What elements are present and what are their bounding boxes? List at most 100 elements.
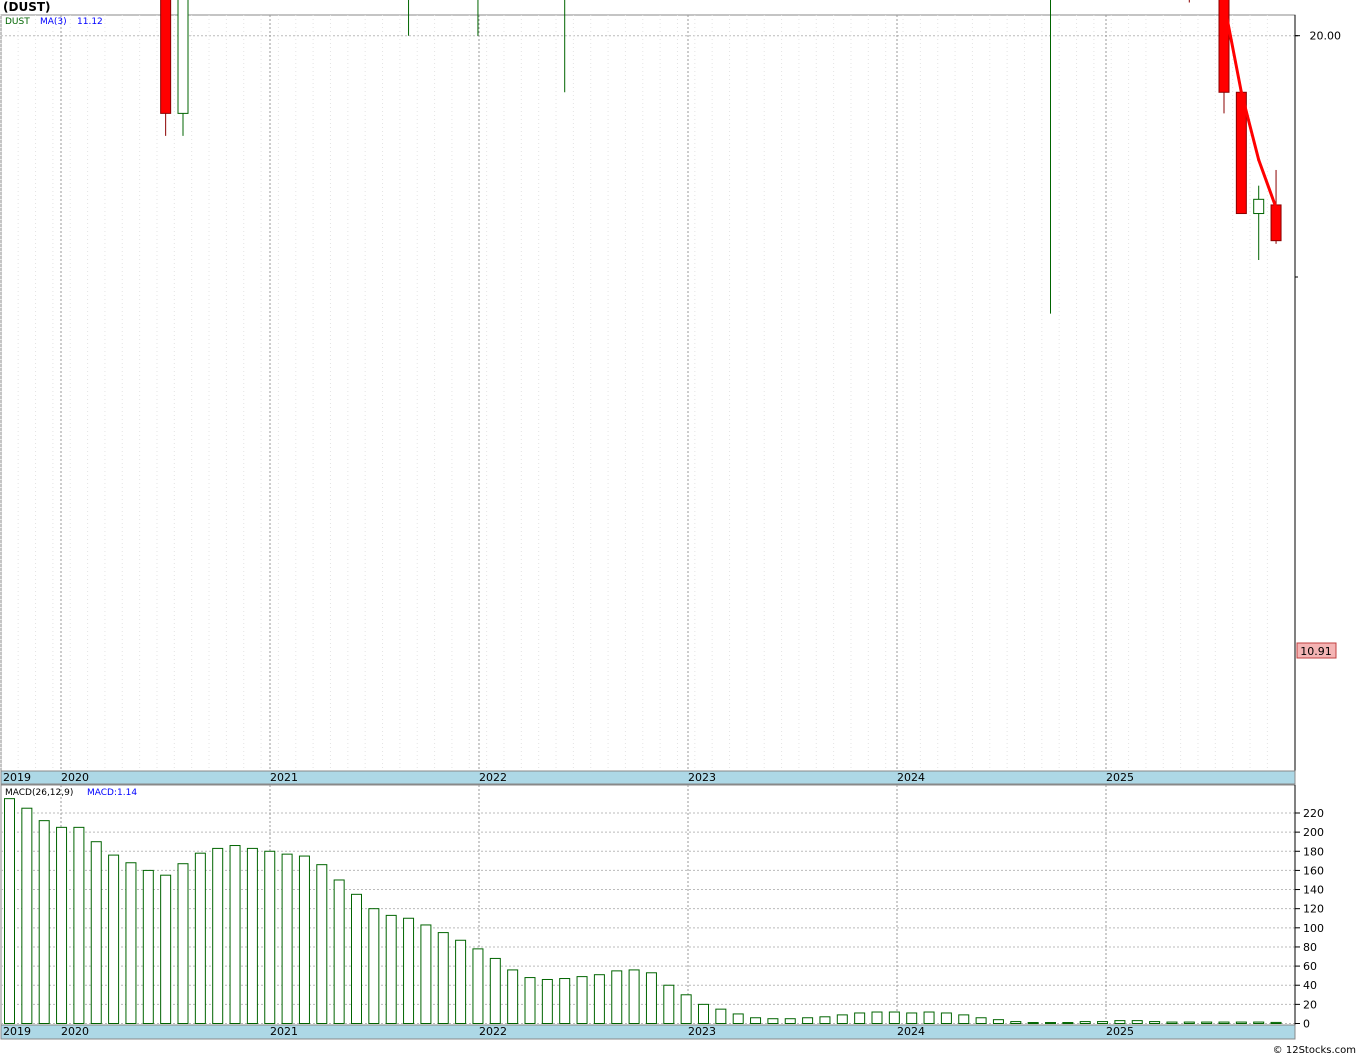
macd-bar [784,1018,796,1024]
chart-canvas: 440.00400.00360.00320.00280.00240.00220.… [0,0,1341,1040]
macd-tick-label: 140 [1303,884,1324,897]
macd-panel: 220200180160140120100806040200 2019 2020 2… [0,784,1324,1040]
macd-bar [316,864,328,1024]
macd-bar [298,855,310,1024]
price-legend: DUST MA(3) 11.12 [5,17,103,27]
date-label: 2025 [1106,1025,1134,1038]
macd-bar [351,893,362,1024]
macd-bar [160,874,172,1024]
date-label: 2020 [61,1025,89,1038]
macd-bar [940,1012,952,1024]
macd-bar [246,847,258,1025]
date-label: 2019 [3,1025,31,1038]
macd-bar [1201,1021,1213,1024]
legend-symbol: DUST [5,17,30,27]
footer-credit: © 12Stocks.com [1272,1045,1356,1056]
macd-bar [437,932,449,1025]
macd-bar [90,841,102,1024]
macd-bar [1027,1022,1039,1025]
macd-tick-label: 40 [1303,979,1317,992]
legend-ma-label: MA(3) [40,17,67,27]
macd-bar [888,1011,900,1025]
date-label: 2022 [479,1025,507,1038]
date-label: 2025 [1106,771,1134,784]
macd-bar [923,1011,935,1025]
macd-bar [1010,1021,1022,1025]
price-plot-area [0,14,1296,772]
macd-bar [680,994,692,1025]
macd-tick-label: 120 [1303,903,1324,916]
candle-down [1270,204,1282,242]
macd-bar [854,1012,866,1024]
macd-bar [628,969,640,1024]
price-date-band [0,770,1296,785]
date-label: 2024 [897,1025,925,1038]
macd-bar [38,820,50,1024]
macd-bar [802,1017,814,1025]
last-price-label: 10.91 [1300,645,1332,658]
macd-legend-label: MACD(26,12,9) [5,788,73,798]
macd-bar [385,914,397,1024]
date-label: 2023 [688,1025,716,1038]
macd-tick-label: 80 [1303,941,1317,954]
macd-bar [21,807,33,1024]
macd-bar [73,826,85,1025]
macd-bar [420,924,432,1025]
date-label: 2022 [479,771,507,784]
macd-bar [194,852,206,1024]
macd-bar [1149,1021,1161,1025]
macd-bar [975,1017,987,1025]
macd-tick-label: 60 [1303,960,1317,973]
macd-bar [177,863,189,1024]
macd-bar [1253,1021,1265,1024]
macd-bar [333,879,345,1025]
macd-bar [559,978,571,1024]
last-price-marker: 10.91 [1296,642,1337,659]
candle-down [160,0,172,114]
macd-bar [108,854,120,1024]
date-label: 2020 [61,771,89,784]
macd-bar [1270,1021,1282,1025]
macd-bar [611,970,623,1024]
macd-bar [1131,1020,1143,1024]
macd-bar [992,1019,1004,1025]
macd-bar [212,847,224,1025]
macd-bar [1062,1022,1074,1025]
candle-up [177,0,189,114]
macd-bar [750,1017,762,1025]
macd-bar [593,974,605,1024]
macd-tick-label: 200 [1303,826,1324,839]
macd-bar [229,845,241,1024]
macd-bar [958,1014,970,1024]
macd-bar [1097,1021,1109,1025]
macd-bar [541,978,553,1025]
macd-legend: MACD(26,12,9) MACD:1.14 [5,788,137,798]
date-label: 2019 [3,771,31,784]
macd-bar [403,917,415,1024]
macd-bar [576,976,588,1024]
macd-tick-label: 0 [1303,1018,1310,1031]
macd-bar [507,969,519,1024]
macd-tick-label: 20 [1303,998,1317,1011]
macd-bar [836,1014,848,1024]
macd-bar [142,869,154,1025]
macd-bar [1218,1021,1230,1024]
macd-bar [698,1003,709,1025]
macd-bar [1045,1022,1056,1025]
date-label: 2021 [270,771,298,784]
macd-bar [56,826,68,1025]
macd-bar [1183,1021,1195,1024]
macd-bar [524,977,536,1025]
macd-bar [472,948,484,1024]
macd-bar [125,862,137,1024]
macd-bar [489,957,501,1024]
macd-legend-value: MACD:1.14 [87,788,137,798]
macd-bar [819,1016,831,1024]
date-label: 2024 [897,771,925,784]
macd-tick-label: 100 [1303,922,1324,935]
macd-bar [767,1018,779,1024]
macd-bar [1079,1021,1091,1025]
macd-bar [906,1012,918,1024]
macd-bar [663,984,675,1025]
macd-bar [368,908,380,1025]
